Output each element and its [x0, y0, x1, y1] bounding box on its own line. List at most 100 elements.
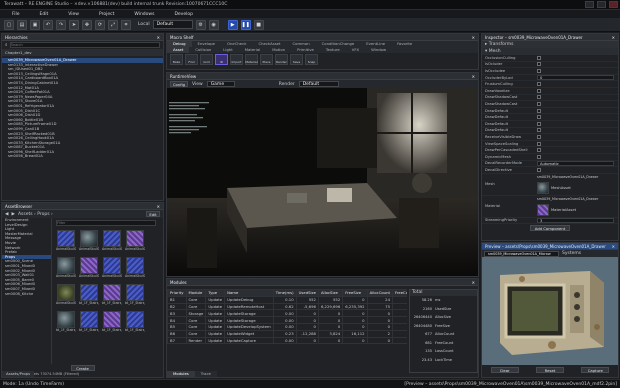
- property-checkbox[interactable]: [537, 101, 541, 106]
- streaming-field[interactable]: 3: [537, 217, 614, 223]
- menu-item[interactable]: Windows: [134, 12, 154, 17]
- play-icon[interactable]: ▶: [227, 19, 238, 30]
- column-header[interactable]: Time(ms): [272, 289, 297, 297]
- column-header[interactable]: AllocSize: [317, 289, 344, 297]
- maximize-button[interactable]: [597, 1, 606, 8]
- undo-icon[interactable]: ↶: [43, 19, 53, 30]
- close-icon[interactable]: ✕: [157, 35, 160, 40]
- property-checkbox[interactable]: [537, 95, 541, 100]
- table-row[interactable]: B4CoreUpdateUpdateStorage0.0000000: [167, 316, 407, 324]
- asset-item[interactable]: AnimalSkull01_ALB: [56, 230, 76, 254]
- settings-icon[interactable]: ⚙: [195, 19, 206, 30]
- asset-item[interactable]: bt_1F_Stairs_wood_ALBM: [102, 284, 122, 308]
- move-icon[interactable]: ✥: [82, 19, 92, 30]
- table-row[interactable]: B3StorageUpdateUpdateStorage0.0000000: [167, 309, 407, 318]
- property-field[interactable]: 0: [537, 75, 614, 81]
- add-component-button[interactable]: Add Component: [530, 225, 570, 232]
- asset-item[interactable]: AnimalSkull01_ALB: [56, 257, 76, 281]
- asset-item[interactable]: AnimalSkull01_ALB: [125, 257, 145, 281]
- redo-icon[interactable]: ↷: [56, 19, 66, 30]
- shelf-subtab[interactable]: Collision: [189, 47, 217, 53]
- material-value[interactable]: sm0039_MicrowaveOven01A_Drawer: [537, 197, 598, 201]
- close-icon[interactable]: ✕: [472, 74, 475, 79]
- property-checkbox[interactable]: [537, 115, 541, 120]
- close-icon[interactable]: ✕: [612, 35, 615, 40]
- asset-item[interactable]: AnimalSkull01_ALB: [125, 230, 145, 254]
- property-checkbox[interactable]: [537, 167, 541, 172]
- column-header[interactable]: UsedSize: [295, 289, 319, 297]
- column-header[interactable]: FreeCount: [391, 289, 407, 297]
- close-icon[interactable]: ✕: [472, 280, 475, 285]
- modules-tab[interactable]: Modules: [167, 371, 195, 377]
- column-header[interactable]: Name: [224, 289, 274, 297]
- close-icon[interactable]: ✕: [472, 35, 475, 40]
- snap-icon[interactable]: ⌗: [121, 19, 131, 30]
- select-icon[interactable]: ➤: [69, 19, 79, 30]
- property-checkbox[interactable]: [537, 121, 541, 126]
- game-select[interactable]: Game: [206, 81, 235, 87]
- asset-item[interactable]: AnimalSkull01_ALB: [79, 257, 99, 281]
- open-icon[interactable]: ▤: [17, 19, 27, 30]
- asset-filter-input[interactable]: [56, 220, 156, 226]
- hierarchy-search-input[interactable]: [9, 42, 160, 48]
- preview-tab[interactable]: Systems: [562, 251, 581, 256]
- save-icon[interactable]: ▣: [30, 19, 40, 30]
- preview-viewport[interactable]: [482, 257, 618, 365]
- property-field[interactable]: Automatic: [537, 160, 614, 166]
- minimize-button[interactable]: [585, 1, 594, 8]
- asset-item[interactable]: bt_1F_Stairs_wood_ALB: [56, 311, 76, 335]
- camera-icon[interactable]: ◉: [208, 19, 219, 30]
- shelf-button[interactable]: ID: [215, 54, 228, 65]
- modules-tab[interactable]: Trace: [195, 371, 217, 377]
- menu-item[interactable]: File: [12, 12, 20, 17]
- scale-icon[interactable]: ⤢: [108, 19, 118, 30]
- close-icon[interactable]: ✕: [157, 204, 160, 209]
- property-checkbox[interactable]: [537, 141, 541, 146]
- hierarchy-row[interactable]: sm0056_Bread01A: [2, 154, 163, 159]
- render-select[interactable]: Default: [298, 81, 339, 87]
- new-icon[interactable]: ▢: [4, 19, 14, 30]
- shelf-subtab[interactable]: Window: [365, 47, 392, 53]
- property-checkbox[interactable]: [537, 148, 541, 153]
- forward-icon[interactable]: ▶: [11, 212, 14, 217]
- property-checkbox[interactable]: [537, 82, 541, 87]
- shelf-button[interactable]: Bake: [170, 54, 183, 65]
- asset-item[interactable]: AnimalSkull01_ALB: [102, 257, 122, 281]
- table-row[interactable]: B5CoreUpdateUpdateDevelopSystem0.0000000: [167, 322, 407, 331]
- asset-path[interactable]: Assets › Props ›: [18, 212, 143, 217]
- column-header[interactable]: FreeSize: [342, 289, 368, 297]
- shelf-subtab[interactable]: Texture: [320, 47, 346, 53]
- asset-item[interactable]: bt_1F_Stairs_wood_ALB: [125, 311, 145, 335]
- back-icon[interactable]: ◀: [5, 212, 8, 217]
- shelf-subtab[interactable]: Primitive: [291, 47, 320, 53]
- menu-item[interactable]: View: [68, 12, 79, 17]
- asset-item[interactable]: bt_1F_Stairs_wood_ALB: [79, 284, 99, 308]
- preview-button[interactable]: Reset: [535, 367, 564, 373]
- mesh-value[interactable]: sm0039_MicrowaveOven01A_Drawer: [537, 175, 598, 179]
- preview-path-select[interactable]: sm0039_MicrowaveOven01A_Microw: [484, 250, 559, 257]
- property-checkbox[interactable]: [537, 62, 541, 67]
- shelf-button[interactable]: Grid: [200, 54, 213, 65]
- shelf-button[interactable]: Import: [230, 54, 243, 65]
- table-row[interactable]: B7RenderUpdateUpdateCapture0.0000000: [167, 336, 407, 345]
- shelf-button[interactable]: Find: [185, 54, 198, 65]
- table-row[interactable]: B1CoreUpdateUpdateDebug0.1055255202424: [167, 295, 407, 304]
- asset-item[interactable]: AnimalSkull01_ALB: [102, 230, 122, 254]
- mesh-component-header[interactable]: ▾ Mesh: [482, 48, 618, 55]
- preview-button[interactable]: Clear: [490, 367, 519, 373]
- pause-icon[interactable]: ❚❚: [240, 19, 251, 30]
- shelf-subtab[interactable]: Material: [239, 47, 266, 53]
- menu-item[interactable]: Develop: [174, 12, 193, 17]
- asset-item[interactable]: AnimalSkull01_ALB: [56, 284, 76, 308]
- property-checkbox[interactable]: [537, 134, 541, 139]
- shelf-button[interactable]: Save: [290, 54, 303, 65]
- asset-item[interactable]: bt_1F_Stairs_wood_ALB: [79, 311, 99, 335]
- asset-item[interactable]: bt_1F_Stairs_wood_ALB: [125, 284, 145, 308]
- table-row[interactable]: B2 Core Update UpdateRemoteHost 0.62 -5,696 6,…: [167, 302, 407, 311]
- shelf-button[interactable]: Snap: [305, 54, 318, 65]
- preview-button[interactable]: Capture: [581, 367, 610, 373]
- column-header[interactable]: Priority: [167, 289, 187, 297]
- edit-button[interactable]: Edit: [146, 211, 160, 217]
- shelf-button[interactable]: Place: [260, 54, 273, 65]
- stop-icon[interactable]: ■: [253, 19, 264, 30]
